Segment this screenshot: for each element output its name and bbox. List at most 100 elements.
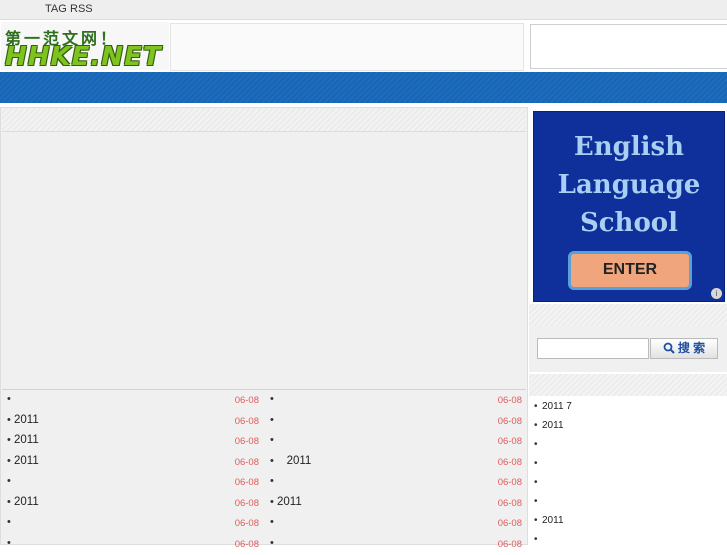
sidebar-list-item: • — [529, 493, 727, 512]
ad-title-line: School — [534, 204, 724, 242]
bullet: • — [7, 537, 11, 549]
search-button[interactable]: 搜 索 — [650, 338, 718, 359]
list-item: • 06-08 — [1, 514, 263, 535]
article-date: 06-08 — [498, 498, 522, 509]
search-icon — [663, 342, 675, 354]
bullet: • — [7, 414, 11, 426]
article-date: 06-08 — [498, 395, 522, 406]
ad-title-line: English — [534, 128, 724, 166]
sidebar-list-item: • — [529, 531, 727, 550]
sidebar-list-item: • 2011 — [529, 512, 727, 531]
ad-title: English Language School — [534, 128, 724, 242]
article-date: 06-08 — [235, 477, 259, 488]
ad-english-school[interactable]: English Language School ENTER i — [533, 111, 725, 302]
list-item: •2011 06-08 — [1, 453, 263, 474]
search-box: 搜 索 — [529, 326, 727, 372]
bullet: • — [270, 537, 274, 549]
article-date: 06-08 — [235, 539, 259, 550]
ad-info-icon[interactable]: i — [711, 288, 722, 299]
sidebar-list-item: • 2011 7 — [529, 398, 727, 417]
header-banner — [170, 23, 524, 71]
article-list-right: •06-08•06-08•06-08• 201106-08•06-08•2011… — [264, 391, 526, 555]
top-bar: TAG RSS — [0, 0, 727, 20]
bullet: • — [7, 496, 11, 508]
article-date: 06-08 — [235, 457, 259, 468]
bullet: • — [534, 515, 538, 526]
article-date: 06-08 — [235, 416, 259, 427]
article-title-link[interactable]: 2011 — [14, 414, 39, 426]
sidebar-item-link[interactable]: 2011 — [542, 515, 564, 526]
content-area — [2, 132, 526, 390]
ad-enter-button[interactable]: ENTER — [568, 251, 692, 290]
list-item: • 06-08 — [264, 432, 526, 453]
header: 第一范文网！ HHKE.NET — [0, 20, 727, 72]
main-content: •06-08•201106-08•201106-08•201106-08•06-… — [0, 107, 528, 545]
article-date: 06-08 — [498, 518, 522, 529]
search-button-label: 搜 索 — [678, 341, 705, 355]
bullet: • — [7, 393, 11, 405]
sidebar: English Language School ENTER i 搜 索 • 201… — [529, 107, 727, 545]
article-date: 06-08 — [498, 436, 522, 447]
list-item: • 2011 06-08 — [264, 453, 526, 474]
list-item: •2011 06-08 — [1, 432, 263, 453]
sidebar-list: • 2011 7 • 2011 • • • • • 2011 • — [529, 398, 727, 550]
search-input[interactable] — [537, 338, 649, 359]
bullet: • — [534, 534, 538, 545]
article-date: 06-08 — [235, 395, 259, 406]
sidebar-list-item: • — [529, 455, 727, 474]
site-logo[interactable]: 第一范文网！ HHKE.NET — [1, 22, 169, 70]
sidebar-search-header — [529, 304, 727, 326]
list-item: •2011 06-08 — [264, 494, 526, 515]
rss-link[interactable]: RSS — [70, 3, 93, 15]
bullet: • — [534, 439, 538, 450]
bullet: • — [270, 414, 274, 426]
article-date: 06-08 — [498, 457, 522, 468]
content-header — [2, 109, 526, 132]
sidebar-list-item: • — [529, 474, 727, 493]
article-date: 06-08 — [498, 416, 522, 427]
header-right-box — [530, 24, 727, 69]
list-item: • 06-08 — [264, 412, 526, 433]
bullet: • — [7, 516, 11, 528]
main-nav-bar — [0, 72, 727, 103]
article-date: 06-08 — [235, 518, 259, 529]
sidebar-list-header — [529, 374, 727, 396]
article-date: 06-08 — [235, 436, 259, 447]
bullet: • — [534, 401, 538, 412]
bullet: • — [7, 455, 11, 467]
article-title-link[interactable]: 2011 — [277, 455, 311, 467]
bullet: • — [7, 434, 11, 446]
article-title-link[interactable]: 2011 — [14, 496, 39, 508]
bullet: • — [270, 496, 274, 508]
list-item: •2011 06-08 — [1, 494, 263, 515]
logo-english-text: HHKE.NET — [5, 42, 162, 72]
bullet: • — [270, 434, 274, 446]
article-title-link[interactable]: 2011 — [14, 455, 39, 467]
bullet: • — [270, 475, 274, 487]
list-item: • 06-08 — [1, 391, 263, 412]
article-date: 06-08 — [498, 539, 522, 550]
ad-title-line: Language — [534, 166, 724, 204]
list-item: •2011 06-08 — [1, 412, 263, 433]
list-item: • 06-08 — [264, 514, 526, 535]
bullet: • — [534, 458, 538, 469]
tag-link[interactable]: TAG — [45, 3, 67, 15]
bullet: • — [534, 420, 538, 431]
sidebar-item-link[interactable]: 2011 7 — [542, 401, 572, 412]
bullet: • — [270, 455, 274, 467]
list-item: • 06-08 — [1, 473, 263, 494]
list-item: •06-08 — [264, 473, 526, 494]
bullet: • — [534, 477, 538, 488]
bullet: • — [270, 516, 274, 528]
article-date: 06-08 — [235, 498, 259, 509]
article-title-link[interactable]: 2011 — [14, 434, 39, 446]
sidebar-list-item: • — [529, 436, 727, 455]
article-list-left: •06-08•201106-08•201106-08•201106-08•06-… — [1, 391, 263, 555]
list-item: • 06-08 — [264, 391, 526, 412]
sidebar-item-link[interactable]: 2011 — [542, 420, 564, 431]
sidebar-list-item: • 2011 — [529, 417, 727, 436]
bullet: • — [270, 393, 274, 405]
bullet: • — [534, 496, 538, 507]
bullet: • — [7, 475, 11, 487]
article-title-link[interactable]: 2011 — [277, 496, 302, 508]
